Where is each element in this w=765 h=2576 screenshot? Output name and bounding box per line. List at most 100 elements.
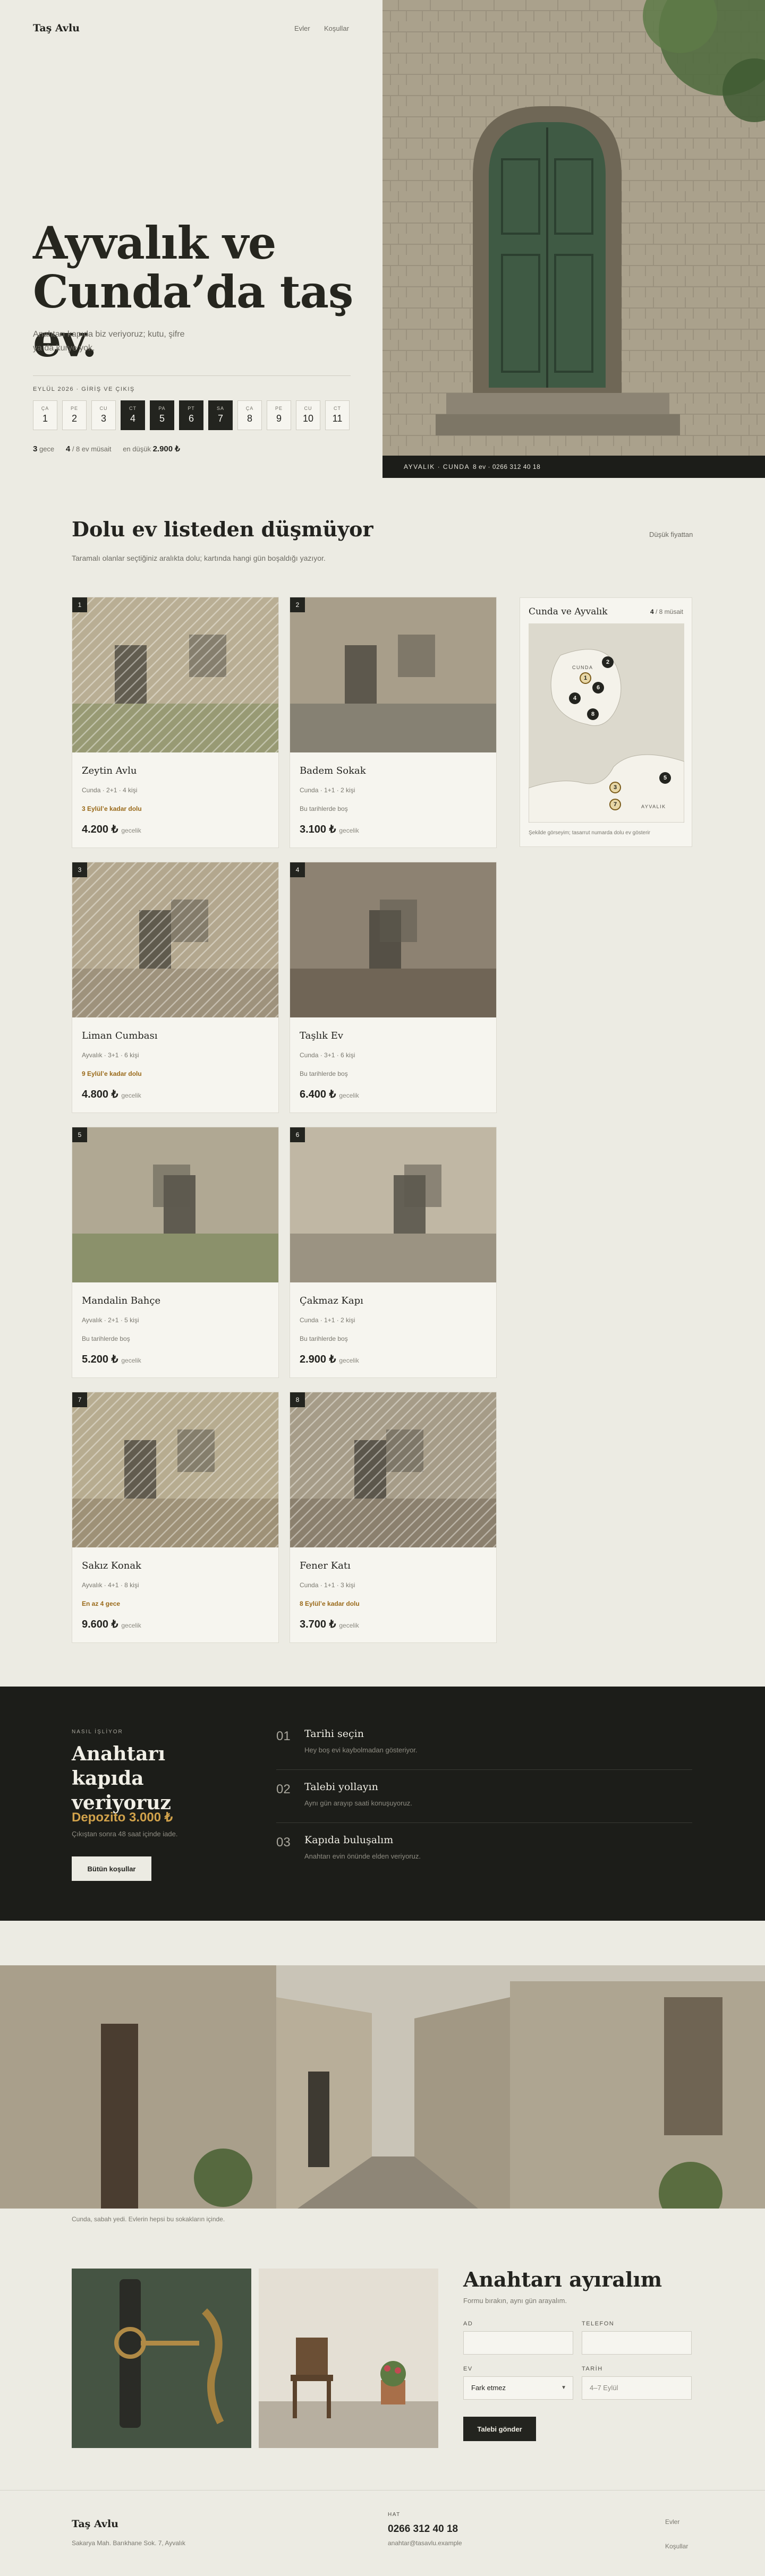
- day-cell[interactable]: CU 3: [91, 400, 116, 430]
- map-pin-4[interactable]: 4: [569, 692, 581, 704]
- day-cell[interactable]: ÇA 8: [237, 400, 262, 430]
- day-weekday: PE: [275, 406, 283, 411]
- step-title: Tarihi seçin: [304, 1728, 364, 1740]
- map-card[interactable]: Cunda ve Ayvalık 4 / 8 müsait CUNDA AYVA…: [520, 597, 692, 847]
- map-pin-1[interactable]: 1: [580, 672, 591, 684]
- per-night-label: gecelik: [339, 1092, 359, 1099]
- sort-toggle[interactable]: Düşük fiyattan: [649, 530, 693, 538]
- day-cell[interactable]: PE 9: [267, 400, 291, 430]
- listing-meta: Cunda · 1+1 · 3 kişi: [300, 1581, 355, 1589]
- listing-availability: Bu tarihlerde boş: [300, 1335, 348, 1342]
- listing-number: 3: [72, 862, 87, 877]
- listing-card[interactable]: 4 Taşlık Ev Cunda · 3+1 · 6 kişi Bu tarihle…: [290, 862, 497, 1113]
- day-cell[interactable]: CT 4: [121, 400, 145, 430]
- listing-meta: Ayvalık · 2+1 · 5 kişi: [82, 1316, 139, 1324]
- step-description: Hey boş evi kaybolmadan gösteriyor.: [304, 1746, 418, 1754]
- listings-title: Dolu ev listeden düşmüyor: [72, 517, 373, 541]
- listing-name: Fener Katı: [300, 1560, 351, 1571]
- date-label: TARİH: [582, 2366, 603, 2372]
- listing-availability: 8 Eylül’e kadar dolu: [300, 1600, 360, 1607]
- listing-name: Sakız Konak: [82, 1560, 141, 1571]
- day-weekday: ÇA: [245, 406, 254, 411]
- listing-name: Zeytin Avlu: [82, 765, 137, 776]
- listing-meta: Ayvalık · 4+1 · 8 kişi: [82, 1581, 139, 1589]
- listing-price-value: 3.100 ₺: [300, 824, 336, 835]
- day-cell[interactable]: CT 11: [325, 400, 350, 430]
- key-photo: [72, 2269, 251, 2448]
- available-count: 4: [65, 444, 71, 453]
- phone-field[interactable]: [582, 2331, 692, 2355]
- name-field[interactable]: [463, 2331, 573, 2355]
- per-night-label: gecelik: [121, 1092, 141, 1099]
- street-photo: [0, 1965, 765, 2209]
- listing-card[interactable]: 2 Badem Sokak Cunda · 1+1 · 2 kişi Bu tarih…: [290, 597, 497, 848]
- map-pin-7[interactable]: 7: [609, 799, 621, 810]
- listing-meta: Cunda · 1+1 · 2 kişi: [300, 786, 355, 794]
- listing-name: Badem Sokak: [300, 765, 366, 776]
- listing-price-value: 4.800 ₺: [82, 1089, 118, 1100]
- listing-price-value: 3.700 ₺: [300, 1619, 336, 1630]
- hero-section: Taş Avlu Evler Koşullar Ayvalık ve Cunda…: [0, 0, 765, 478]
- home-select[interactable]: Fark etmez ▼: [463, 2376, 573, 2400]
- map-pin-6[interactable]: 6: [592, 682, 604, 694]
- day-cell[interactable]: CU 10: [296, 400, 320, 430]
- how-eyebrow: NASIL İŞLİYOR: [72, 1729, 123, 1735]
- listing-photo: [290, 597, 496, 752]
- step-number: 01: [276, 1729, 291, 1743]
- per-night-label: gecelik: [121, 827, 141, 834]
- day-cell[interactable]: PE 2: [62, 400, 87, 430]
- day-weekday: CT: [334, 406, 341, 411]
- day-cell[interactable]: PT 6: [179, 400, 203, 430]
- footer-homes-link[interactable]: Evler: [665, 2518, 679, 2526]
- terms-button[interactable]: Bütün koşullar: [72, 1856, 151, 1881]
- listing-card[interactable]: 1 Zeytin Avlu Cunda · 2+1 · 4 kişi 3 Eylül’…: [72, 597, 279, 848]
- step-number: 03: [276, 1835, 291, 1850]
- map-canvas[interactable]: CUNDA AYVALIK 2 1 6 4 8 5 3 7: [529, 623, 684, 823]
- footer: Taş Avlu Sakarya Mah. Barıkhane Sok. 7, …: [0, 2490, 765, 2576]
- nights-count: 3: [33, 444, 38, 453]
- day-cell[interactable]: SA 7: [208, 400, 233, 430]
- day-cell[interactable]: PA 5: [150, 400, 174, 430]
- map-label-cunda: CUNDA: [572, 665, 593, 670]
- listing-photo: [290, 1127, 496, 1282]
- map-pin-2[interactable]: 2: [602, 656, 614, 668]
- chevron-down-icon: ▼: [561, 2385, 566, 2391]
- map-pin-5[interactable]: 5: [659, 772, 671, 784]
- per-night-label: gecelik: [339, 1357, 359, 1364]
- listing-meta: Cunda · 2+1 · 4 kişi: [82, 786, 138, 794]
- listing-price: 4.800 ₺ gecelik: [82, 1088, 141, 1101]
- listing-price-value: 6.400 ₺: [300, 1089, 336, 1100]
- date-field[interactable]: 4–7 Eylül: [582, 2376, 692, 2400]
- hero-door-photo: [382, 0, 765, 478]
- nav-terms-link[interactable]: Koşullar: [324, 24, 349, 32]
- brand-logo[interactable]: Taş Avlu: [33, 22, 80, 34]
- footer-terms-link[interactable]: Koşullar: [665, 2543, 688, 2550]
- day-number: 1: [42, 413, 48, 424]
- listing-price: 3.100 ₺ gecelik: [300, 823, 359, 836]
- listing-price: 3.700 ₺ gecelik: [300, 1618, 359, 1631]
- listing-card[interactable]: 3 Liman Cumbası Ayvalık · 3+1 · 6 kişi 9 Ey…: [72, 862, 279, 1113]
- listing-meta: Cunda · 1+1 · 2 kişi: [300, 1316, 355, 1324]
- listing-card[interactable]: 7 Sakız Konak Ayvalık · 4+1 · 8 kişi En az …: [72, 1392, 279, 1643]
- listing-price: 6.400 ₺ gecelik: [300, 1088, 359, 1101]
- map-pin-3[interactable]: 3: [609, 782, 621, 793]
- map-pin-8[interactable]: 8: [587, 708, 599, 720]
- hero-photo-bar: AYVALIK · CUNDA 8 ev · 0266 312 40 18: [382, 456, 765, 478]
- listing-number: 8: [290, 1392, 305, 1407]
- footer-email-link[interactable]: anahtar@tasavlu.example: [388, 2539, 462, 2547]
- submit-button[interactable]: Talebi gönder: [463, 2417, 536, 2441]
- listing-card[interactable]: 8 Fener Katı Cunda · 1+1 · 3 kişi 8 Eylül’e…: [290, 1392, 497, 1643]
- day-weekday: ÇA: [41, 406, 49, 411]
- listing-name: Mandalin Bahçe: [82, 1295, 161, 1306]
- day-cell[interactable]: ÇA 1: [33, 400, 57, 430]
- nav-homes-link[interactable]: Evler: [294, 24, 310, 32]
- map-label-ayvalik: AYVALIK: [641, 804, 666, 809]
- chair-photo: [259, 2269, 438, 2448]
- divider: [33, 375, 351, 376]
- step-title: Talebi yollayın: [304, 1781, 378, 1793]
- how-it-works-section: NASIL İŞLİYOR Anahtarı kapıda veriyoruz …: [0, 1687, 765, 1921]
- listing-price: 2.900 ₺ gecelik: [300, 1353, 359, 1366]
- listing-card[interactable]: 5 Mandalin Bahçe Ayvalık · 2+1 · 5 kişi Bu …: [72, 1127, 279, 1378]
- footer-phone-link[interactable]: 0266 312 40 18: [388, 2523, 458, 2535]
- listing-card[interactable]: 6 Çakmaz Kapı Cunda · 1+1 · 2 kişi Bu tarih…: [290, 1127, 497, 1378]
